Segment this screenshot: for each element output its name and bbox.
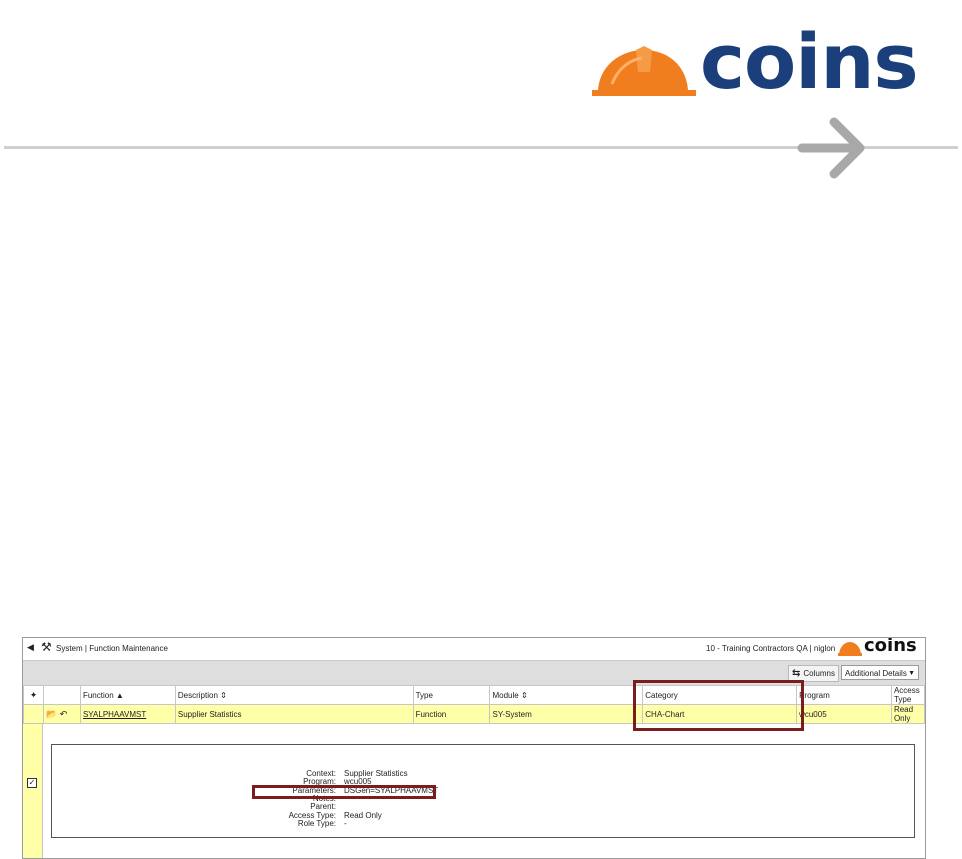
function-maintenance-screenshot: ◀ ⚒ System | Function Maintenance 10 - T… [22,637,926,859]
app-titlebar: ◀ ⚒ System | Function Maintenance 10 - T… [23,638,925,660]
header-program[interactable]: Program [796,685,892,705]
chevron-down-icon: ▼ [908,670,915,677]
header-description[interactable]: Description ⇕ [174,685,414,705]
header-module[interactable]: Module ⇕ [489,685,644,705]
sort-icon: ⇕ [520,690,528,700]
checkbox-checked-icon[interactable]: ✓ [27,778,37,788]
mini-wordmark: coins [864,637,917,656]
header-type[interactable]: Type [412,685,491,705]
category-highlight [633,680,804,731]
cell-type: Function [412,704,491,724]
sort-asc-icon: ▲ [115,690,124,700]
function-link[interactable]: SYALPHAAVMST [83,710,146,719]
cell-module: SY-System [489,704,644,724]
header-access-type[interactable]: Access Type [890,685,925,705]
detail-gutter: ✓ [23,724,43,858]
hard-hat-icon [592,46,696,96]
hard-hat-icon [838,642,862,656]
cell-program: wcu005 [796,704,892,724]
sort-icon: ⇕ [220,690,227,700]
environment-user: 10 - Training Contractors QA | niglon [706,644,836,653]
parameters-highlight [252,785,436,799]
detail-row: ✓ Context: Supplier Statistics Program: wc… [23,724,925,858]
tools-icon: ⚒ [41,640,52,654]
caret-left-icon[interactable]: ◀ [27,642,34,653]
detail-role-type: Role Type: - [297,819,347,828]
columns-label: Columns [803,669,835,678]
row-gutter [23,704,44,724]
pin-icon[interactable]: ✦ [23,685,44,705]
coins-mini-logo: coins [838,637,922,658]
cell-description: Supplier Statistics [174,704,414,724]
details-select[interactable]: Additional Details ▼ [841,665,919,680]
cell-function[interactable]: SYALPHAAVMST [79,704,176,724]
detail-parent: Parent: [310,802,336,811]
undo-icon[interactable]: ↶ [60,709,68,719]
detail-panel: Context: Supplier Statistics Program: wcu0… [51,744,915,838]
cell-access-type: Read Only [890,704,925,724]
arrow-right-icon [797,117,865,179]
detail-program: Program: wcu005 [303,777,372,786]
columns-icon: ⇆ [792,668,801,679]
brand-wordmark: coins [700,17,919,106]
header-function[interactable]: Function ▲ [79,685,176,705]
details-select-value: Additional Details [845,669,907,678]
row-actions: 📂 ↶ [42,704,81,724]
folder-open-icon[interactable]: 📂 [46,709,57,719]
coins-logo: coins [592,24,932,102]
page-title: System | Function Maintenance [56,644,168,653]
header-actions [42,685,81,705]
